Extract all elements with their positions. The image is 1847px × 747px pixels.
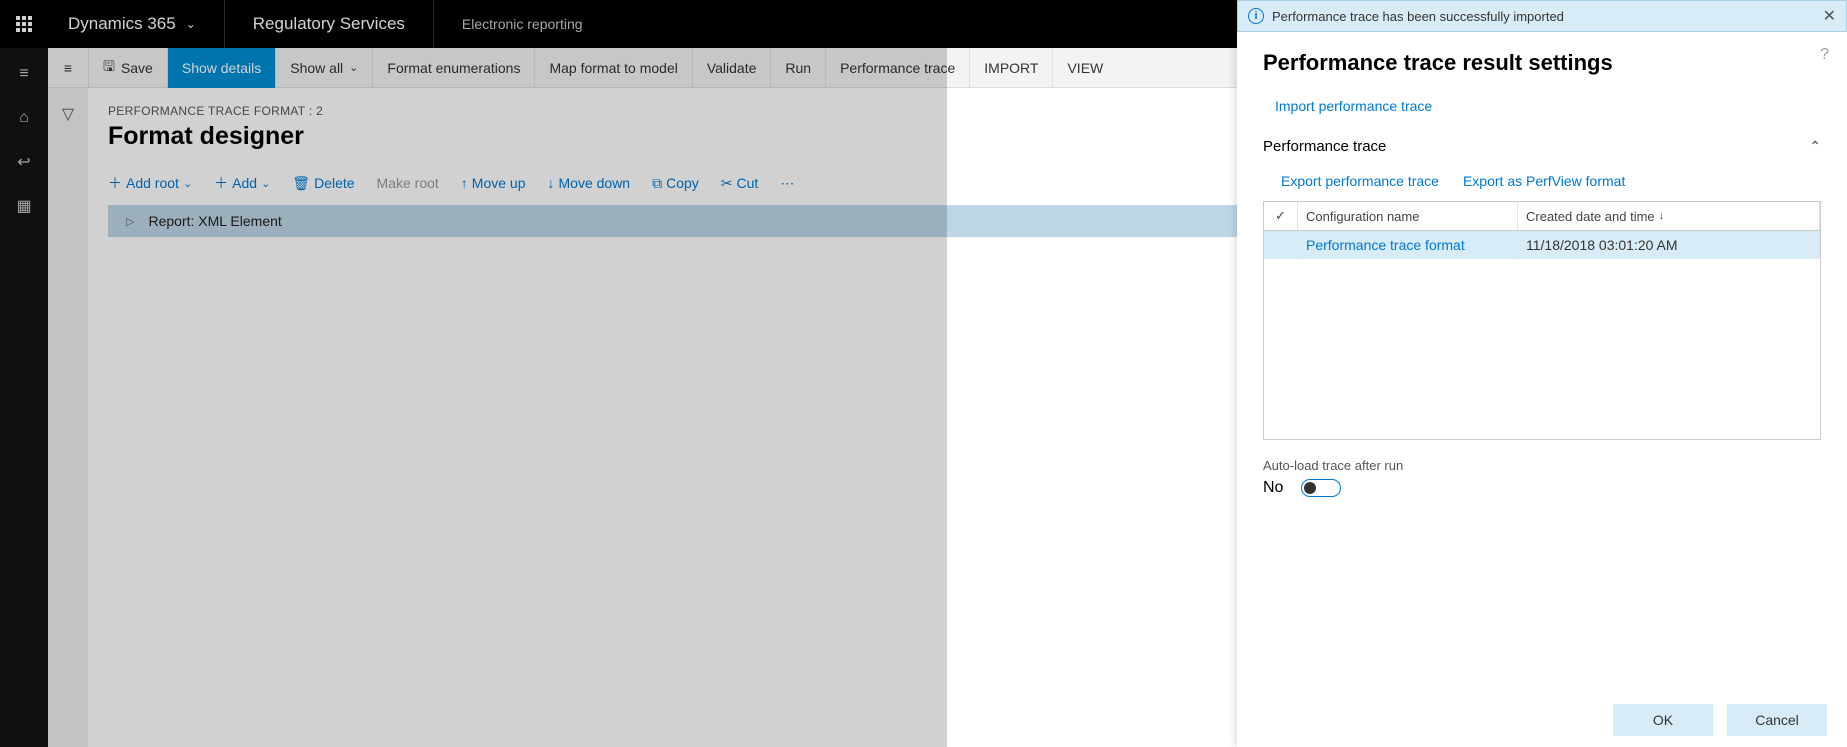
sort-desc-icon: ↓ — [1659, 210, 1665, 222]
col-config-name[interactable]: Configuration name — [1298, 202, 1518, 230]
trash-icon: 🗑 — [292, 175, 310, 192]
chevron-up-icon: ⌃ — [1809, 138, 1821, 155]
performance-trace-accordion[interactable]: Performance trace ⌃ — [1263, 138, 1821, 155]
arrow-down-icon: ↓ — [548, 175, 555, 191]
filter-icon[interactable]: ▽ — [62, 104, 74, 747]
save-label: Save — [121, 60, 153, 76]
hamburger-icon[interactable]: ≡ — [14, 64, 34, 84]
format-enumerations-button[interactable]: Format enumerations — [372, 48, 534, 88]
cut-icon: ✂ — [721, 175, 733, 192]
cancel-button[interactable]: Cancel — [1727, 704, 1827, 736]
copy-button[interactable]: ⧉ Copy — [652, 175, 699, 192]
view-button[interactable]: VIEW — [1052, 48, 1117, 88]
chevron-down-icon: ⌄ — [186, 17, 196, 31]
plus-icon: ＋ — [108, 173, 122, 193]
col-created-date[interactable]: Created date and time ↓ — [1518, 202, 1820, 230]
view-label: VIEW — [1067, 60, 1103, 76]
chevron-down-icon: ⌄ — [349, 61, 358, 74]
app-launcher-button[interactable] — [0, 0, 48, 48]
filter-rail: ▽ — [48, 88, 88, 747]
copy-label: Copy — [666, 175, 699, 191]
show-all-label: Show all — [290, 60, 343, 76]
format-enum-label: Format enumerations — [387, 60, 520, 76]
show-all-button[interactable]: Show all ⌄ — [275, 48, 372, 88]
row-config-name[interactable]: Performance trace format — [1298, 231, 1518, 259]
validate-label: Validate — [707, 60, 757, 76]
perf-trace-label: Performance trace — [840, 60, 955, 76]
cmdbar-collapse-button[interactable]: ≡ — [48, 60, 88, 76]
cut-label: Cut — [737, 175, 759, 191]
arrow-up-icon: ↑ — [461, 175, 468, 191]
plus-icon: ＋ — [214, 173, 228, 193]
help-icon[interactable]: ? — [1820, 46, 1829, 64]
add-button[interactable]: ＋ Add ⌄ — [214, 173, 270, 193]
trace-grid: ✓ Configuration name Created date and ti… — [1263, 201, 1821, 440]
move-up-button[interactable]: ↑ Move up — [461, 175, 526, 191]
export-perfview-link[interactable]: Export as PerfView format — [1463, 173, 1625, 189]
map-format-button[interactable]: Map format to model — [534, 48, 691, 88]
subtitle-label: Electronic reporting — [434, 16, 611, 32]
copy-icon: ⧉ — [652, 175, 662, 192]
ok-button[interactable]: OK — [1613, 704, 1713, 736]
info-icon: i — [1248, 8, 1264, 24]
grid-empty-area — [1264, 259, 1820, 439]
banner-text: Performance trace has been successfully … — [1272, 9, 1564, 24]
performance-trace-button[interactable]: Performance trace — [825, 48, 969, 88]
save-button[interactable]: 🖫 Save — [88, 48, 167, 88]
workspace-icon[interactable]: ▦ — [14, 196, 34, 216]
caret-right-icon[interactable]: ▷ — [126, 215, 134, 228]
tree-node-label: Report: XML Element — [148, 213, 281, 229]
autoload-value: No — [1263, 479, 1283, 497]
module-label: Regulatory Services — [225, 0, 434, 48]
save-icon: 🖫 — [103, 56, 115, 80]
run-button[interactable]: Run — [770, 48, 825, 88]
delete-button[interactable]: 🗑 Delete — [292, 175, 354, 192]
import-button[interactable]: IMPORT — [969, 48, 1052, 88]
close-banner-button[interactable]: ✕ — [1823, 6, 1836, 26]
import-trace-link[interactable]: Import performance trace — [1275, 98, 1432, 114]
add-label: Add — [232, 175, 257, 191]
brand-menu[interactable]: Dynamics 365 ⌄ — [48, 0, 225, 48]
autoload-label: Auto-load trace after run — [1263, 458, 1821, 473]
add-root-button[interactable]: ＋ Add root ⌄ — [108, 173, 192, 193]
cut-button[interactable]: ✂ Cut — [721, 175, 759, 192]
move-down-label: Move down — [559, 175, 631, 191]
recent-icon[interactable]: ↩ — [14, 152, 34, 172]
accordion-title: Performance trace — [1263, 138, 1386, 155]
panel-footer: OK Cancel — [1237, 691, 1847, 747]
show-details-label: Show details — [182, 60, 261, 76]
validate-button[interactable]: Validate — [692, 48, 771, 88]
success-banner: i Performance trace has been successfull… — [1237, 0, 1847, 32]
export-trace-link[interactable]: Export performance trace — [1281, 173, 1439, 189]
move-down-button[interactable]: ↓ Move down — [548, 175, 631, 191]
row-created-date: 11/18/2018 03:01:20 AM — [1518, 231, 1820, 259]
chevron-down-icon: ⌄ — [261, 177, 270, 190]
import-label: IMPORT — [984, 60, 1038, 76]
run-label: Run — [785, 60, 811, 76]
performance-trace-panel: i Performance trace has been successfull… — [1237, 0, 1847, 747]
autoload-toggle[interactable] — [1301, 479, 1341, 497]
waffle-icon — [16, 16, 32, 32]
panel-title: Performance trace result settings — [1263, 50, 1821, 76]
map-format-label: Map format to model — [549, 60, 677, 76]
move-up-label: Move up — [472, 175, 526, 191]
home-icon[interactable]: ⌂ — [14, 108, 34, 128]
left-rail: ≡ ⌂ ↩ ▦ — [0, 48, 48, 747]
table-row[interactable]: Performance trace format 11/18/2018 03:0… — [1264, 231, 1820, 259]
brand-label: Dynamics 365 — [68, 14, 176, 34]
row-checkbox[interactable] — [1264, 231, 1298, 259]
chevron-down-icon: ⌄ — [183, 177, 192, 190]
more-button[interactable]: ⋯ — [780, 175, 794, 192]
delete-label: Delete — [314, 175, 354, 191]
show-details-button[interactable]: Show details — [167, 48, 275, 88]
make-root-button: Make root — [377, 175, 439, 191]
add-root-label: Add root — [126, 175, 179, 191]
select-all-checkbox[interactable]: ✓ — [1264, 202, 1298, 230]
